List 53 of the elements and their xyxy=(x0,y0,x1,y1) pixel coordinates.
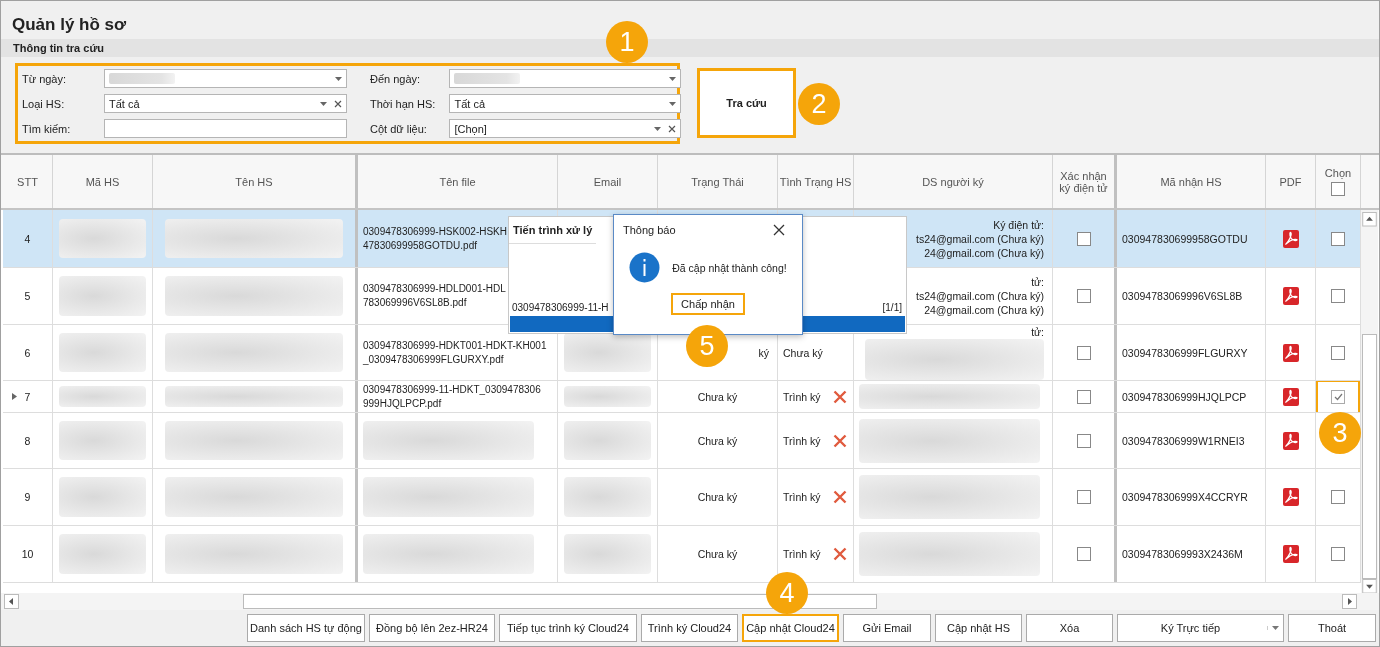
signer-text: tử: xyxy=(1031,275,1044,289)
table-cell: Trình ký xyxy=(783,390,821,403)
table-cell: 7 xyxy=(24,390,31,403)
window-title: Quản lý hồ sơ xyxy=(11,14,127,36)
table-cell: 03094783069996V6SL8B xyxy=(1122,290,1243,302)
signer-text: ts24@gmail.com (Chưa ký) xyxy=(916,231,1044,246)
table-cell: Trình ký xyxy=(783,491,821,503)
table-cell: 0309478306999HJQLPCP xyxy=(1122,390,1247,403)
table-cell: 6 xyxy=(24,346,31,359)
table-cell: Chưa ký xyxy=(783,346,823,359)
field-label: Đến ngày: xyxy=(369,72,422,85)
file-name: 0309478306999-HDLD001-HDL xyxy=(363,282,506,296)
field-label: Loại HS: xyxy=(22,97,66,110)
table-cell: Trình ký xyxy=(783,434,821,447)
file-name: 999HJQLPCP.pdf xyxy=(363,396,442,411)
table-cell: Chưa ký xyxy=(697,491,738,503)
file-name: 0309478306999-HDKT001-HDKT-KH001 xyxy=(363,338,547,353)
file-name: 47830699958GOTDU.pdf xyxy=(363,238,477,253)
progress-item: 0309478306999-11-H xyxy=(512,302,609,313)
table-cell: 0309478306999X4CCRYR xyxy=(1122,491,1248,503)
signer-text: 24@gmail.com (Chưa ký) xyxy=(924,303,1044,317)
table-cell: 9 xyxy=(24,491,31,503)
step-badge: 2 xyxy=(798,83,840,125)
step-badge: 1 xyxy=(606,21,648,63)
table-cell: 5 xyxy=(24,290,31,302)
file-name: _0309478306999FLGURXY.pdf xyxy=(363,352,504,367)
table-cell: ký xyxy=(758,346,769,359)
table-cell: 8 xyxy=(24,434,31,447)
file-name: 0309478306999-11-HDKT_0309478306 xyxy=(363,382,541,397)
section-title: Thông tin tra cứu xyxy=(13,42,105,54)
table-cell: Chưa ký xyxy=(697,548,738,560)
file-name: 0309478306999-HSK002-HSKH xyxy=(363,224,507,239)
table-cell: 030947830699958GOTDU xyxy=(1122,232,1248,245)
dialog-title: Tiến trình xử lý xyxy=(509,217,597,244)
progress-counter: [1/1] xyxy=(882,302,902,313)
field-label: Thời hạn HS: xyxy=(369,97,437,110)
signer-text: 24@gmail.com (Chưa ký) xyxy=(924,245,1044,260)
signer-text: Ký điện tử: xyxy=(993,217,1044,232)
table-cell: 4 xyxy=(24,232,31,245)
file-name: 783069996V6SL8B.pdf xyxy=(363,296,467,310)
table-cell: Chưa ký xyxy=(697,434,738,447)
signer-text: tử: xyxy=(1031,325,1044,339)
field-label: Tìm kiếm: xyxy=(22,122,72,135)
dialog-title: Thông báo xyxy=(623,224,676,236)
table-cell: 03094783069993X2436M xyxy=(1122,548,1243,560)
signer-text: ts24@gmail.com (Chưa ký) xyxy=(916,289,1044,303)
table-cell: 0309478306999FLGURXY xyxy=(1122,346,1248,359)
table-cell: Chưa ký xyxy=(697,390,738,403)
table-cell: 10 xyxy=(21,548,34,560)
field-label: Cột dữ liệu: xyxy=(369,122,428,135)
field-label: Từ ngày: xyxy=(22,72,68,85)
table-cell: 0309478306999W1RNEI3 xyxy=(1122,434,1245,447)
table-cell: Trình ký xyxy=(783,548,821,560)
